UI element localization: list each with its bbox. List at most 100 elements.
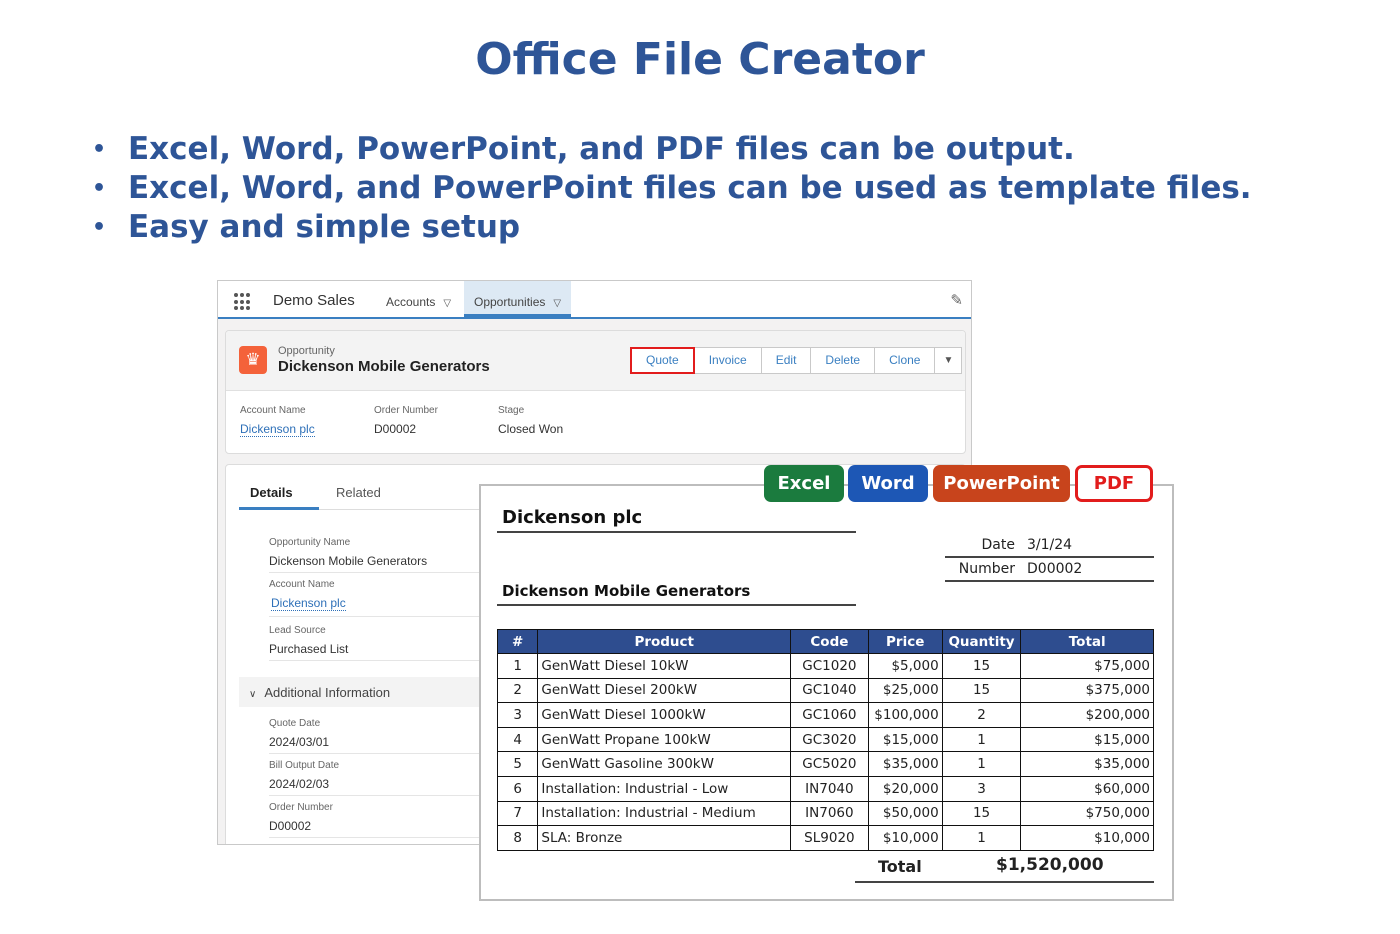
edit-nav-pencil-icon[interactable]: ✎ bbox=[950, 291, 963, 309]
field-quote-date: Quote Date 2024/03/01 bbox=[269, 718, 489, 754]
table-cell: 8 bbox=[496, 825, 539, 851]
delete-button[interactable]: Delete bbox=[810, 347, 876, 374]
table-header-row: # Product Code Price Quantity Total bbox=[496, 629, 1154, 654]
account-link[interactable]: Dickenson plc bbox=[240, 422, 315, 437]
field-lead-source: Lead Source Purchased List bbox=[269, 625, 489, 661]
table-cell: $75,000 bbox=[1020, 653, 1154, 679]
table-cell: 1 bbox=[941, 825, 1022, 851]
table-cell: 1 bbox=[496, 653, 539, 679]
chevron-down-icon[interactable]: ▽ bbox=[553, 298, 561, 309]
clone-button[interactable]: Clone bbox=[874, 347, 936, 374]
field-opportunity-name: Opportunity Name Dickenson Mobile Genera… bbox=[269, 537, 489, 573]
table-cell: IN7040 bbox=[790, 775, 869, 802]
field-value: 2024/03/01 bbox=[269, 735, 330, 749]
table-cell: 15 bbox=[941, 677, 1022, 704]
document-number-row: Number D00002 bbox=[945, 558, 1154, 582]
format-tab-powerpoint[interactable]: PowerPoint bbox=[933, 465, 1070, 502]
crown-icon: ♛ bbox=[239, 346, 267, 374]
account-link[interactable]: Dickenson plc bbox=[271, 596, 346, 611]
table-row: 4 GenWatt Propane 100kW GC3020 $15,000 1 $15,… bbox=[496, 726, 1154, 753]
table-cell: 5 bbox=[496, 751, 539, 777]
table-cell: SL9020 bbox=[790, 825, 869, 851]
bullet-icon: • bbox=[92, 137, 107, 162]
table-cell: 7 bbox=[496, 800, 539, 827]
tab-related[interactable]: Related bbox=[336, 485, 381, 500]
table-row: 8 SLA: Bronze SL9020 $10,000 1 $10,000 bbox=[496, 825, 1154, 851]
column-header: Total bbox=[1020, 629, 1154, 654]
field-label: Quote Date bbox=[269, 718, 321, 729]
quote-button[interactable]: Quote bbox=[630, 347, 695, 374]
column-header: Code bbox=[790, 629, 869, 654]
table-cell: $60,000 bbox=[1020, 775, 1154, 802]
table-cell: $35,000 bbox=[867, 751, 943, 777]
table-row: 1 GenWatt Diesel 10kW GC1020 $5,000 15 $75,00… bbox=[496, 653, 1154, 679]
nav-tab-label: Opportunities bbox=[474, 295, 546, 309]
date-label: Date bbox=[981, 537, 1015, 553]
app-name: Demo Sales bbox=[273, 292, 355, 309]
table-cell: $15,000 bbox=[867, 726, 943, 753]
table-cell: 2 bbox=[941, 702, 1022, 728]
table-cell: $25,000 bbox=[867, 677, 943, 704]
table-cell: GC5020 bbox=[790, 751, 869, 777]
table-row: 7 Installation: Industrial - Medium IN7060… bbox=[496, 800, 1154, 827]
invoice-button[interactable]: Invoice bbox=[693, 347, 762, 374]
table-cell: $375,000 bbox=[1020, 677, 1154, 704]
feature-text: Excel, Word, PowerPoint, and PDF files c… bbox=[128, 131, 1075, 167]
edit-button[interactable]: Edit bbox=[760, 347, 812, 374]
nav-tab-opportunities[interactable]: Opportunities ▽ bbox=[464, 281, 572, 317]
table-cell: $750,000 bbox=[1020, 800, 1154, 827]
record-header: ♛ Opportunity Dickenson Mobile Generator… bbox=[226, 331, 965, 391]
tab-details[interactable]: Details bbox=[250, 485, 293, 500]
format-tab-pdf[interactable]: PDF bbox=[1075, 465, 1153, 502]
line-items-table: # Product Code Price Quantity Total 1 Gen… bbox=[496, 629, 1154, 851]
table-row: 2 GenWatt Diesel 200kW GC1040 $25,000 15 $375… bbox=[496, 677, 1154, 704]
table-cell: $5,000 bbox=[867, 653, 943, 679]
table-cell: GenWatt Diesel 200kW bbox=[537, 677, 792, 704]
app-launcher-icon[interactable] bbox=[234, 293, 252, 311]
field-label: Order Number bbox=[269, 802, 333, 813]
divider bbox=[497, 604, 856, 606]
table-cell: Installation: Industrial - Medium bbox=[537, 800, 792, 827]
field-bill-output-date: Bill Output Date 2024/02/03 bbox=[269, 760, 489, 796]
table-row: 3 GenWatt Diesel 1000kW GC1060 $100,000 2 $20… bbox=[496, 702, 1154, 728]
table-cell: GenWatt Diesel 1000kW bbox=[537, 702, 792, 728]
feature-text: Easy and simple setup bbox=[128, 209, 521, 245]
bullet-icon: • bbox=[92, 215, 107, 240]
date-value: 3/1/24 bbox=[1027, 537, 1073, 553]
field-label: Order Number bbox=[374, 405, 438, 416]
action-button-group: Quote Invoice Edit Delete Clone ▼ bbox=[630, 347, 963, 374]
number-value: D00002 bbox=[1027, 561, 1083, 577]
active-tab-indicator bbox=[239, 507, 319, 510]
field-label: Stage bbox=[498, 405, 525, 416]
column-header: Quantity bbox=[941, 629, 1022, 654]
table-cell: GenWatt Propane 100kW bbox=[537, 726, 792, 753]
table-cell: 3 bbox=[496, 702, 539, 728]
page-title: Office File Creator bbox=[475, 34, 925, 85]
more-actions-dropdown-icon[interactable]: ▼ bbox=[934, 347, 963, 374]
grand-total-value: $1,520,000 bbox=[996, 855, 1104, 875]
format-tab-excel[interactable]: Excel bbox=[764, 465, 844, 502]
bullet-icon: • bbox=[92, 176, 107, 201]
divider bbox=[497, 531, 856, 533]
table-cell: $20,000 bbox=[867, 775, 943, 802]
table-cell: 6 bbox=[496, 775, 539, 802]
table-cell: 15 bbox=[941, 653, 1022, 679]
document-subject: Dickenson Mobile Generators bbox=[502, 582, 751, 600]
feature-item: • Excel, Word, and PowerPoint files can b… bbox=[92, 169, 1252, 208]
table-cell: GC1040 bbox=[790, 677, 869, 704]
table-row: 6 Installation: Industrial - Low IN7040 $20… bbox=[496, 775, 1154, 802]
table-cell: 4 bbox=[496, 726, 539, 753]
column-header: Price bbox=[867, 629, 943, 654]
nav-tab-accounts[interactable]: Accounts ▽ bbox=[376, 281, 461, 317]
chevron-down-icon[interactable]: ▽ bbox=[443, 298, 451, 309]
field-label: Account Name bbox=[240, 405, 306, 416]
table-cell: SLA: Bronze bbox=[537, 825, 792, 851]
table-cell: $15,000 bbox=[1020, 726, 1154, 753]
section-additional-information[interactable]: ∨ Additional Information bbox=[239, 677, 489, 707]
table-cell: 3 bbox=[941, 775, 1022, 802]
table-cell: GC1060 bbox=[790, 702, 869, 728]
table-cell: 15 bbox=[941, 800, 1022, 827]
table-cell: 2 bbox=[496, 677, 539, 704]
table-cell: $35,000 bbox=[1020, 751, 1154, 777]
format-tab-word[interactable]: Word bbox=[848, 465, 928, 502]
